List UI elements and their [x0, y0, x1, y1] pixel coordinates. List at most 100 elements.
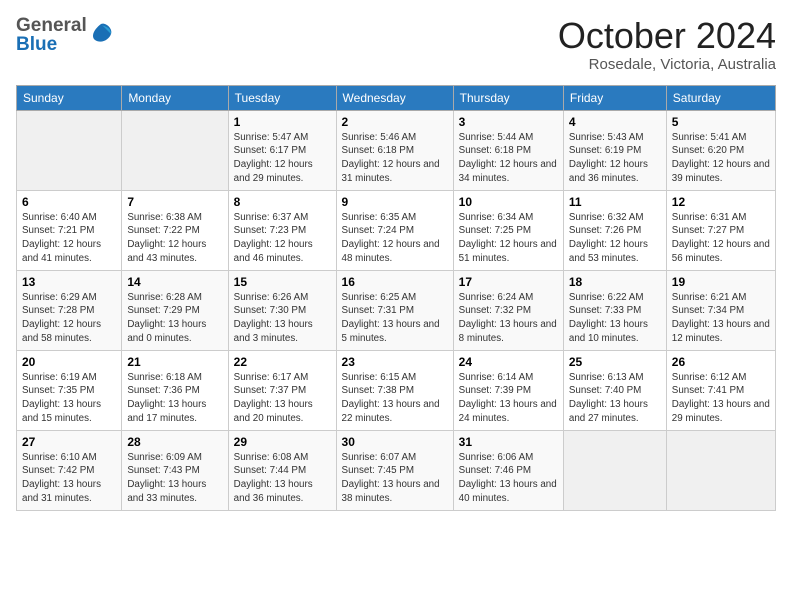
sunrise-text: Sunrise: 5:47 AM	[234, 132, 309, 143]
title-block: October 2024 Rosedale, Victoria, Austral…	[558, 16, 776, 73]
daylight-text: Daylight: 13 hours and 38 minutes.	[342, 479, 440, 504]
sunset-text: Sunset: 7:22 PM	[127, 225, 199, 236]
daylight-text: Daylight: 13 hours and 15 minutes.	[22, 399, 101, 424]
calendar-cell: 19Sunrise: 6:21 AMSunset: 7:34 PMDayligh…	[666, 270, 775, 350]
day-number: 3	[459, 115, 558, 129]
day-info: Sunrise: 5:46 AMSunset: 6:18 PMDaylight:…	[342, 131, 448, 186]
calendar-cell: 14Sunrise: 6:28 AMSunset: 7:29 PMDayligh…	[122, 270, 228, 350]
sunrise-text: Sunrise: 6:17 AM	[234, 372, 309, 383]
weekday-header-monday: Monday	[122, 85, 228, 110]
weekday-header-wednesday: Wednesday	[336, 85, 453, 110]
calendar-cell: 28Sunrise: 6:09 AMSunset: 7:43 PMDayligh…	[122, 430, 228, 510]
month-title: October 2024	[558, 16, 776, 56]
daylight-text: Daylight: 12 hours and 43 minutes.	[127, 239, 206, 264]
logo-blue-text: Blue	[16, 34, 57, 55]
calendar-cell: 4Sunrise: 5:43 AMSunset: 6:19 PMDaylight…	[563, 110, 666, 190]
weekday-header-thursday: Thursday	[453, 85, 563, 110]
calendar-cell: 1Sunrise: 5:47 AMSunset: 6:17 PMDaylight…	[228, 110, 336, 190]
day-number: 25	[569, 355, 661, 369]
sunset-text: Sunset: 7:26 PM	[569, 225, 641, 236]
sunset-text: Sunset: 6:19 PM	[569, 145, 641, 156]
day-info: Sunrise: 6:07 AMSunset: 7:45 PMDaylight:…	[342, 451, 448, 506]
day-info: Sunrise: 6:40 AM Sunset: 7:21 PM Daylight:…	[22, 211, 116, 266]
day-info: Sunrise: 5:41 AM Sunset: 6:20 PM Daylight:…	[672, 131, 770, 186]
sunrise-text: Sunrise: 6:12 AM	[672, 372, 747, 383]
calendar-cell: 10Sunrise: 6:34 AMSunset: 7:25 PMDayligh…	[453, 190, 563, 270]
day-number: 26	[672, 355, 770, 369]
daylight-text: Daylight: 13 hours and 8 minutes.	[459, 319, 557, 344]
calendar-cell	[563, 430, 666, 510]
day-number: 8	[234, 195, 331, 209]
daylight-text: Daylight: 13 hours and 0 minutes.	[127, 319, 206, 344]
sunset-text: Sunset: 7:29 PM	[127, 305, 199, 316]
weekday-header-sunday: Sunday	[17, 85, 122, 110]
calendar-cell: 15Sunrise: 6:26 AMSunset: 7:30 PMDayligh…	[228, 270, 336, 350]
day-info: Sunrise: 6:35 AMSunset: 7:24 PMDaylight:…	[342, 211, 448, 266]
daylight-text: Daylight: 13 hours and 31 minutes.	[22, 479, 101, 504]
calendar-week-row-5: 27Sunrise: 6:10 AMSunset: 7:42 PMDayligh…	[17, 430, 776, 510]
day-info: Sunrise: 6:17 AMSunset: 7:37 PMDaylight:…	[234, 371, 331, 426]
sunset-text: Sunset: 6:18 PM	[342, 145, 414, 156]
daylight-text: Daylight: 12 hours and 34 minutes.	[459, 159, 557, 184]
sunset-text: Sunset: 7:34 PM	[672, 305, 744, 316]
sunrise-text: Sunrise: 6:31 AM	[672, 212, 747, 223]
sunset-text: Sunset: 7:23 PM	[234, 225, 306, 236]
sunset-text: Sunset: 7:27 PM	[672, 225, 744, 236]
calendar-cell: 2Sunrise: 5:46 AMSunset: 6:18 PMDaylight…	[336, 110, 453, 190]
sunrise-text: Sunrise: 6:15 AM	[342, 372, 417, 383]
daylight-text: Daylight: 12 hours and 51 minutes.	[459, 239, 557, 264]
sunset-text: Sunset: 7:45 PM	[342, 465, 414, 476]
daylight-text: Daylight: 13 hours and 5 minutes.	[342, 319, 440, 344]
daylight-text: Daylight: 12 hours and 41 minutes.	[22, 239, 101, 264]
weekday-header-friday: Friday	[563, 85, 666, 110]
day-number: 6	[22, 195, 116, 209]
daylight-text: Daylight: 12 hours and 39 minutes.	[672, 159, 770, 184]
day-number: 23	[342, 355, 448, 369]
sunrise-text: Sunrise: 6:06 AM	[459, 452, 534, 463]
sunset-text: Sunset: 7:35 PM	[22, 385, 94, 396]
calendar-week-row-3: 13Sunrise: 6:29 AMSunset: 7:28 PMDayligh…	[17, 270, 776, 350]
sunset-text: Sunset: 7:36 PM	[127, 385, 199, 396]
daylight-text: Daylight: 13 hours and 12 minutes.	[672, 319, 770, 344]
sunrise-text: Sunrise: 5:41 AM	[672, 132, 747, 143]
sunset-text: Sunset: 7:30 PM	[234, 305, 306, 316]
day-info: Sunrise: 6:14 AMSunset: 7:39 PMDaylight:…	[459, 371, 558, 426]
daylight-text: Daylight: 12 hours and 29 minutes.	[234, 159, 313, 184]
day-number: 27	[22, 435, 116, 449]
day-number: 1	[234, 115, 331, 129]
day-info: Sunrise: 6:18 AMSunset: 7:36 PMDaylight:…	[127, 371, 222, 426]
sunrise-text: Sunrise: 6:35 AM	[342, 212, 417, 223]
sunset-text: Sunset: 7:44 PM	[234, 465, 306, 476]
sunset-text: Sunset: 7:31 PM	[342, 305, 414, 316]
day-info: Sunrise: 6:22 AMSunset: 7:33 PMDaylight:…	[569, 291, 661, 346]
day-info: Sunrise: 6:13 AMSunset: 7:40 PMDaylight:…	[569, 371, 661, 426]
daylight-text: Daylight: 13 hours and 27 minutes.	[569, 399, 648, 424]
day-number: 30	[342, 435, 448, 449]
sunset-text: Sunset: 7:41 PM	[672, 385, 744, 396]
daylight-text: Daylight: 12 hours and 56 minutes.	[672, 239, 770, 264]
sunset-text: Sunset: 7:40 PM	[569, 385, 641, 396]
calendar-week-row-2: 6 Sunrise: 6:40 AM Sunset: 7:21 PM Daylight…	[17, 190, 776, 270]
calendar-cell: 20Sunrise: 6:19 AMSunset: 7:35 PMDayligh…	[17, 350, 122, 430]
calendar-cell: 25 Sunrise: 6:13 AMSunset: 7:40 PMDayligh…	[563, 350, 666, 430]
daylight-text: Daylight: 12 hours and 53 minutes.	[569, 239, 648, 264]
sunset-text: Sunset: 7:37 PM	[234, 385, 306, 396]
calendar-cell: 11Sunrise: 6:32 AMSunset: 7:26 PMDayligh…	[563, 190, 666, 270]
sunset-text: Sunset: 6:20 PM	[672, 145, 744, 156]
day-info: Sunrise: 6:37 AMSunset: 7:23 PMDaylight:…	[234, 211, 331, 266]
calendar-cell: 16Sunrise: 6:25 AMSunset: 7:31 PMDayligh…	[336, 270, 453, 350]
sunset-text: Sunset: 7:24 PM	[342, 225, 414, 236]
day-number: 24	[459, 355, 558, 369]
day-number: 9	[342, 195, 448, 209]
day-info: Sunrise: 6:12 AMSunset: 7:41 PMDaylight:…	[672, 371, 770, 426]
sunset-text: Sunset: 7:21 PM	[22, 225, 94, 236]
sunrise-text: Sunrise: 6:32 AM	[569, 212, 644, 223]
day-info: Sunrise: 6:34 AMSunset: 7:25 PMDaylight:…	[459, 211, 558, 266]
sunrise-text: Sunrise: 5:46 AM	[342, 132, 417, 143]
day-number: 31	[459, 435, 558, 449]
sunrise-text: Sunrise: 6:08 AM	[234, 452, 309, 463]
logo: General Blue	[16, 16, 115, 54]
day-info: Sunrise: 5:43 AMSunset: 6:19 PMDaylight:…	[569, 131, 661, 186]
sunrise-text: Sunrise: 6:24 AM	[459, 292, 534, 303]
sunrise-text: Sunrise: 6:40 AM	[22, 212, 97, 223]
